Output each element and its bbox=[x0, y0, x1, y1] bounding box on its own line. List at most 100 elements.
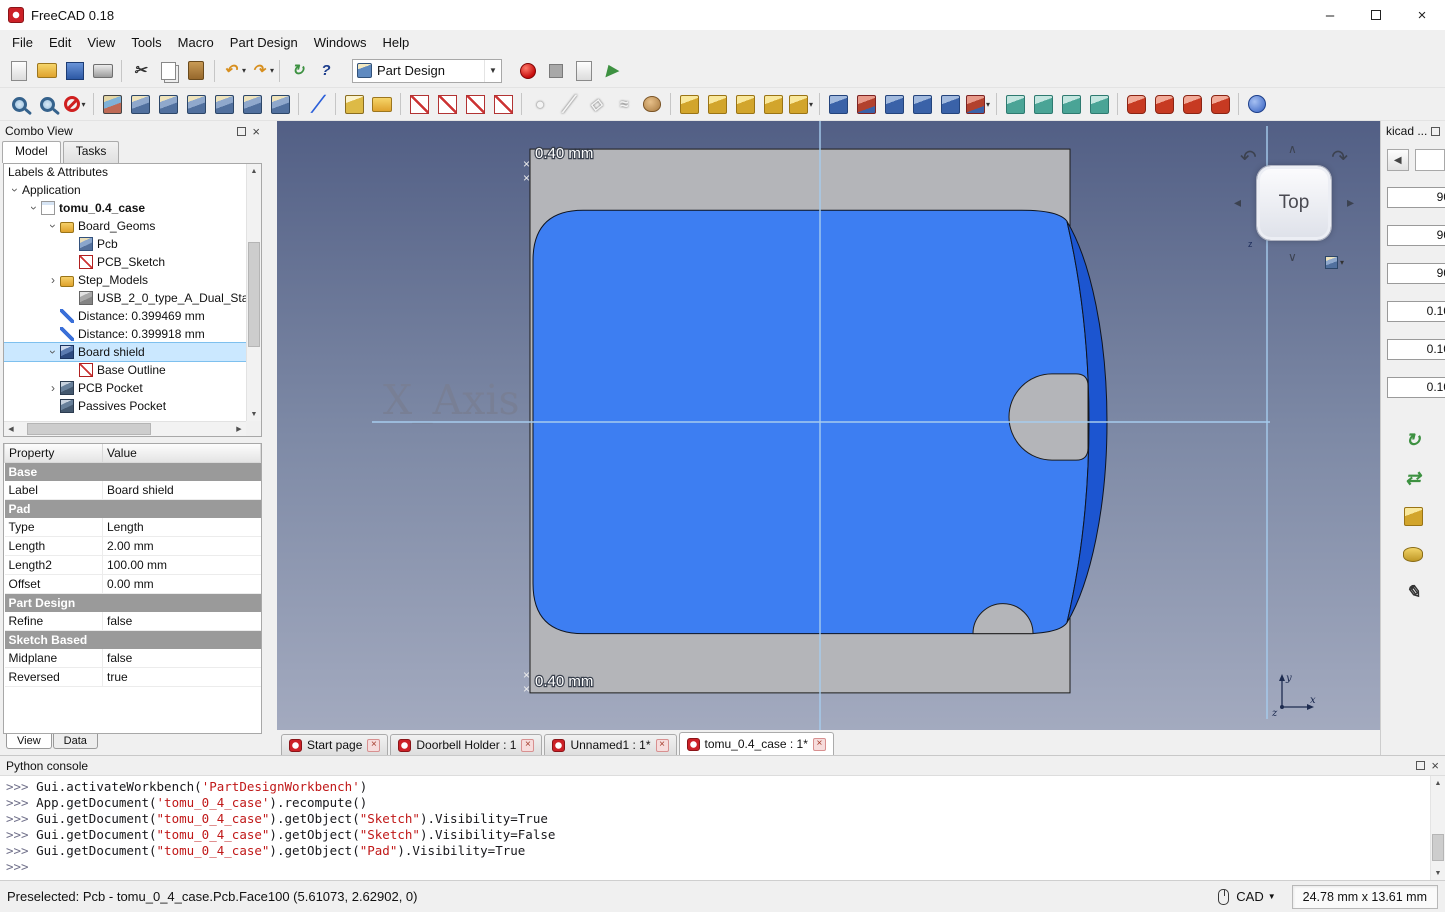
additive-primitive-icon[interactable]: ▾ bbox=[787, 90, 815, 118]
view-rear-icon[interactable] bbox=[210, 90, 238, 118]
menu-windows[interactable]: Windows bbox=[306, 32, 375, 53]
spinbox-4[interactable]: 0.10 bbox=[1387, 339, 1445, 360]
navcube-up-icon[interactable]: ∧ bbox=[1288, 143, 1297, 155]
panel-splitter[interactable] bbox=[265, 121, 277, 755]
tree-horizontal-scrollbar[interactable]: ◀ ▶ bbox=[4, 421, 246, 436]
multitransform-icon[interactable] bbox=[1085, 90, 1113, 118]
menu-edit[interactable]: Edit bbox=[41, 32, 79, 53]
property-value[interactable]: false bbox=[102, 611, 261, 631]
macro-record-icon[interactable] bbox=[514, 57, 542, 85]
close-tab-icon[interactable]: × bbox=[655, 738, 669, 752]
validate-sketch-icon[interactable] bbox=[489, 90, 517, 118]
view-front-icon[interactable] bbox=[126, 90, 154, 118]
undo-icon[interactable]: ↶ ▾ bbox=[219, 57, 247, 85]
fillet-icon[interactable] bbox=[1122, 90, 1150, 118]
scroll-right-icon[interactable]: ▶ bbox=[232, 422, 246, 436]
spinbox-0[interactable]: 90 bbox=[1387, 187, 1445, 208]
tab-view[interactable]: View bbox=[6, 734, 52, 749]
spinbox-2[interactable]: 90 bbox=[1387, 263, 1445, 284]
navigation-cube[interactable]: ↶ ↷ ∧ ◂ ▸ Top ∨ z ▾ bbox=[1234, 143, 1354, 269]
tree-item-distance-0-399469-mm[interactable]: Distance: 0.399469 mm bbox=[4, 307, 246, 325]
save-icon[interactable] bbox=[61, 57, 89, 85]
close-tab-icon[interactable]: × bbox=[812, 737, 826, 751]
minimize-button[interactable]: – bbox=[1307, 0, 1353, 30]
navcube-face-top[interactable]: Top bbox=[1256, 165, 1332, 241]
new-file-icon[interactable] bbox=[5, 57, 33, 85]
dropdown-arrow-icon[interactable]: ▾ bbox=[242, 66, 246, 75]
macro-edit-icon[interactable] bbox=[570, 57, 598, 85]
redo-icon[interactable]: ↷ ▾ bbox=[247, 57, 275, 85]
navcube-right-icon[interactable]: ▸ bbox=[1347, 195, 1354, 209]
rotate-ccw-icon[interactable]: ↶ bbox=[1240, 145, 1257, 170]
zoom-selection-icon[interactable] bbox=[33, 90, 61, 118]
whats-this-icon[interactable]: ? bbox=[312, 57, 340, 85]
additive-loft-icon[interactable] bbox=[731, 90, 759, 118]
refresh-icon[interactable]: ↻ bbox=[284, 57, 312, 85]
expander-icon[interactable]: › bbox=[46, 273, 60, 287]
tree-item-board-geoms[interactable]: › Board_Geoms bbox=[4, 217, 246, 235]
view-left-icon[interactable] bbox=[266, 90, 294, 118]
view-right-icon[interactable] bbox=[182, 90, 210, 118]
expander-icon[interactable]: › bbox=[8, 183, 22, 197]
menu-file[interactable]: File bbox=[4, 32, 41, 53]
rotate-cw-icon[interactable]: ↷ bbox=[1331, 145, 1348, 170]
python-console[interactable]: >>> Gui.activateWorkbench('PartDesignWor… bbox=[0, 776, 1445, 880]
macro-play-icon[interactable]: ▶ bbox=[598, 57, 626, 85]
cut-icon[interactable]: ✂ bbox=[126, 57, 154, 85]
chamfer-icon[interactable] bbox=[1150, 90, 1178, 118]
property-value[interactable]: 100.00 mm bbox=[102, 555, 261, 575]
carbon-copy-icon[interactable] bbox=[638, 90, 666, 118]
scroll-down-icon[interactable]: ▼ bbox=[247, 407, 261, 421]
scroll-up-icon[interactable]: ▲ bbox=[247, 164, 261, 178]
create-body-icon[interactable] bbox=[340, 90, 368, 118]
nav-style-selector[interactable]: CAD ▼ bbox=[1232, 887, 1283, 906]
scroll-down-icon[interactable]: ▼ bbox=[1431, 866, 1445, 880]
expander-icon[interactable]: › bbox=[27, 201, 41, 215]
close-panel-icon[interactable]: × bbox=[1431, 759, 1439, 772]
draw-style-icon[interactable]: ▾ bbox=[61, 90, 89, 118]
fit-all-icon[interactable] bbox=[5, 90, 33, 118]
export-to-kicad-icon[interactable] bbox=[1394, 499, 1432, 533]
pad-icon[interactable] bbox=[675, 90, 703, 118]
maximize-button[interactable] bbox=[1353, 0, 1399, 30]
tree-item-passives-pocket[interactable]: Passives Pocket bbox=[4, 397, 246, 415]
console-scrollbar[interactable]: ▲ ▼ bbox=[1430, 776, 1445, 880]
mirrored-icon[interactable] bbox=[1001, 90, 1029, 118]
3d-scene[interactable]: X_Axis × × × × 0.40 mm 0.40 mm bbox=[277, 121, 1380, 730]
model-tree[interactable]: Labels & Attributes › Application › tomu_0.… bbox=[3, 163, 262, 437]
property-value[interactable]: false bbox=[102, 648, 261, 668]
navcube-menu-icon[interactable]: ▾ bbox=[1324, 256, 1344, 269]
update-kicad-board-icon[interactable]: ⇄ bbox=[1394, 461, 1432, 495]
open-file-icon[interactable] bbox=[33, 57, 61, 85]
polar-pattern-icon[interactable] bbox=[1057, 90, 1085, 118]
spinbox-3[interactable]: 0.10 bbox=[1387, 301, 1445, 322]
map-sketch-icon[interactable] bbox=[461, 90, 489, 118]
menu-tools[interactable]: Tools bbox=[123, 32, 169, 53]
edit-board-icon[interactable]: ✎ bbox=[1394, 575, 1432, 609]
dropdown-arrow-icon[interactable]: ▾ bbox=[81, 100, 85, 109]
tree-item-pcb-pocket[interactable]: › PCB Pocket bbox=[4, 379, 246, 397]
subtractive-primitive-icon[interactable]: ▾ bbox=[964, 90, 992, 118]
navcube-left-icon[interactable]: ◂ bbox=[1234, 195, 1241, 209]
property-value[interactable]: 0.00 mm bbox=[102, 574, 261, 594]
create-point-icon[interactable]: ● bbox=[526, 90, 554, 118]
expander-icon[interactable]: › bbox=[46, 381, 60, 395]
property-value[interactable]: Board shield bbox=[102, 480, 261, 500]
property-value[interactable]: true bbox=[102, 667, 261, 687]
load-kicad-board-icon[interactable]: ↻ bbox=[1394, 423, 1432, 457]
scrollbar-thumb[interactable] bbox=[1432, 834, 1444, 862]
close-tab-icon[interactable]: × bbox=[521, 738, 535, 752]
tree-item-tomu-0-4-case[interactable]: › tomu_0.4_case bbox=[4, 199, 246, 217]
scrollbar-thumb[interactable] bbox=[248, 242, 260, 348]
close-tab-icon[interactable]: × bbox=[367, 738, 381, 752]
document-tab-tomu-0-4-case-1[interactable]: tomu_0.4_case : 1* × bbox=[678, 732, 834, 755]
document-tab-start-page[interactable]: Start page × bbox=[281, 734, 389, 755]
additive-pipe-icon[interactable] bbox=[759, 90, 787, 118]
expander-icon[interactable]: › bbox=[46, 219, 60, 233]
usb-notch-face[interactable] bbox=[1008, 373, 1089, 461]
tab-model[interactable]: Model bbox=[2, 141, 61, 163]
macro-stop-icon[interactable] bbox=[542, 57, 570, 85]
create-bspline-icon[interactable]: ≈ bbox=[610, 90, 638, 118]
scroll-up-icon[interactable]: ▲ bbox=[1431, 776, 1445, 790]
workbench-selector[interactable]: Part Design ▼ bbox=[352, 58, 502, 83]
